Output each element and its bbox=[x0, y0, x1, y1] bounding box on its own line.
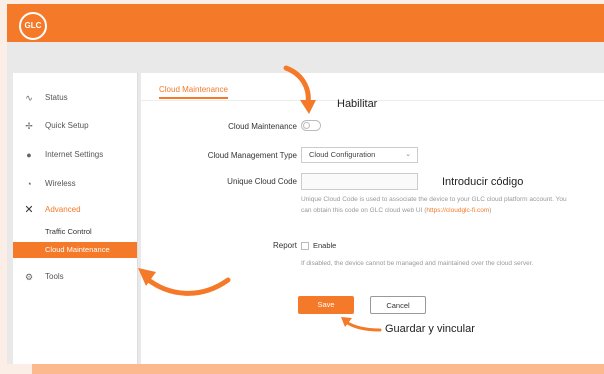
annotation-enter-code: Introducir código bbox=[442, 176, 524, 188]
sidebar-item-internet-settings[interactable]: ● Internet Settings bbox=[13, 143, 137, 167]
report-enable-checkbox[interactable] bbox=[301, 242, 309, 250]
main-panel: Cloud Maintenance Cloud Maintenance Clou… bbox=[141, 73, 604, 364]
sidebar-item-label: Cloud Maintenance bbox=[45, 245, 110, 254]
globe-icon: ● bbox=[26, 150, 32, 160]
sidebar-item-quick-setup[interactable]: ✢ Quick Setup bbox=[13, 114, 137, 138]
save-button[interactable]: Save bbox=[298, 296, 354, 314]
report-enable-label: Enable bbox=[313, 241, 337, 250]
sidebar-item-tools[interactable]: ⚙ Tools bbox=[13, 265, 137, 289]
sidebar-item-label: Wireless bbox=[45, 179, 76, 188]
toggle-knob bbox=[303, 122, 310, 129]
sidebar-item-label: Tools bbox=[45, 272, 64, 281]
glc-logo: GLC bbox=[19, 12, 47, 40]
page-title: Cloud Maintenance bbox=[159, 85, 228, 99]
sidebar-item-wireless[interactable]: ◔ Wireless bbox=[13, 172, 137, 196]
cloud-link[interactable]: https://cloudglc-fi.com bbox=[426, 207, 489, 214]
report-label: Report bbox=[272, 241, 297, 250]
quick-setup-icon: ✢ bbox=[25, 121, 33, 131]
bottom-band bbox=[32, 364, 604, 374]
unique-code-label: Unique Cloud Code bbox=[227, 177, 297, 186]
cloud-maintenance-label: Cloud Maintenance bbox=[228, 122, 297, 131]
sidebar-item-label: Status bbox=[45, 93, 68, 102]
cancel-button[interactable]: Cancel bbox=[370, 296, 426, 314]
sidebar-item-label: Internet Settings bbox=[45, 150, 104, 159]
sidebar-subitem-cloud-maintenance[interactable]: Cloud Maintenance bbox=[13, 242, 137, 258]
activity-icon: ∿ bbox=[25, 93, 33, 103]
report-help: If disabled, the device cannot be manage… bbox=[301, 260, 534, 267]
tools-cross-icon: ✕ bbox=[24, 204, 34, 216]
sidebar-item-label: Quick Setup bbox=[45, 121, 89, 130]
sidebar-item-label: Advanced bbox=[45, 205, 81, 214]
annotation-enable: Habilitar bbox=[337, 98, 378, 110]
chevron-down-icon: ⌄ bbox=[405, 151, 411, 158]
cloud-maintenance-toggle[interactable] bbox=[301, 120, 321, 131]
annotation-save-link: Guardar y vincular bbox=[385, 323, 475, 335]
unique-code-input[interactable] bbox=[301, 173, 418, 190]
sidebar-item-status[interactable]: ∿ Status bbox=[13, 86, 137, 110]
unique-code-help: Unique Cloud Code is used to associate t… bbox=[301, 194, 571, 216]
management-type-select[interactable]: Cloud Configuration ⌄ bbox=[301, 147, 418, 163]
management-type-value: Cloud Configuration bbox=[309, 150, 376, 159]
management-type-label: Cloud Management Type bbox=[207, 151, 297, 160]
sidebar-item-advanced[interactable]: ✕ Advanced bbox=[13, 198, 137, 222]
wifi-icon: ◔ bbox=[26, 179, 32, 189]
help-text-close: ) bbox=[489, 207, 492, 214]
gear-icon: ⚙ bbox=[24, 272, 34, 282]
sidebar: ∿ Status ✢ Quick Setup ● Internet Settin… bbox=[13, 73, 138, 364]
sidebar-subitem-traffic-control[interactable]: Traffic Control bbox=[13, 224, 137, 240]
top-header-bar: GLC bbox=[7, 4, 604, 42]
sidebar-item-label: Traffic Control bbox=[45, 227, 92, 236]
